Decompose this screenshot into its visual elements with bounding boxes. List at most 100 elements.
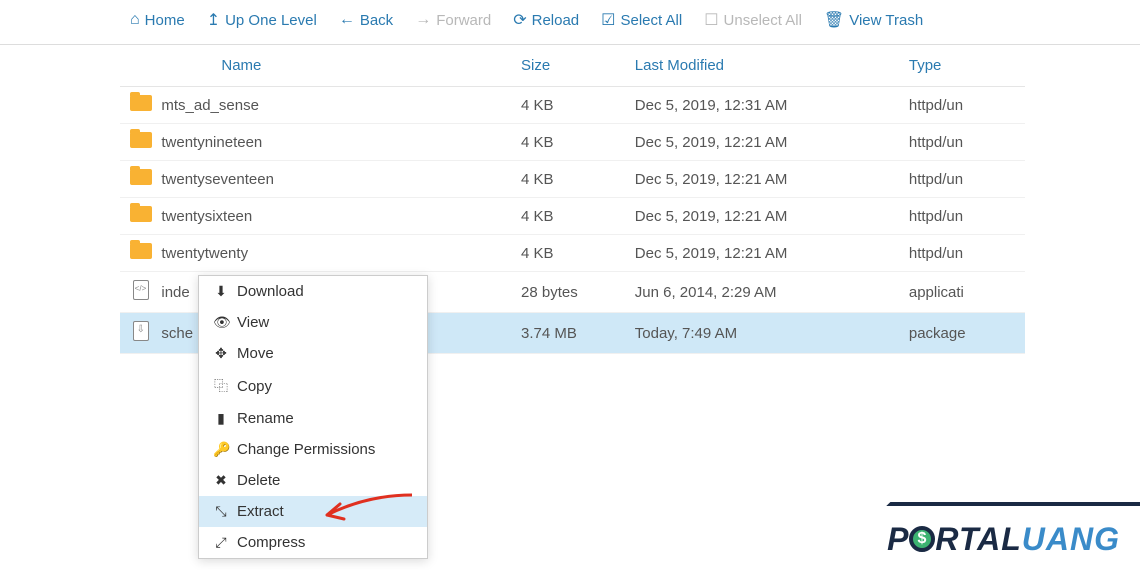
watermark-rtal: RTAL — [935, 521, 1021, 557]
context-copy[interactable]: ⿻ Copy — [199, 369, 427, 403]
row-type: package — [901, 313, 1025, 354]
table-row[interactable]: mts_ad_sense4 KBDec 5, 2019, 12:31 AMhtt… — [120, 87, 1025, 124]
folder-icon — [130, 132, 152, 148]
table-row[interactable]: twentytwenty4 KBDec 5, 2019, 12:21 AMhtt… — [120, 235, 1025, 272]
context-extract-label: Extract — [237, 503, 284, 520]
col-modified-header[interactable]: Last Modified — [627, 45, 901, 87]
col-icon-header[interactable] — [120, 45, 161, 87]
right-arrow-icon: → — [415, 11, 431, 29]
col-size-header[interactable]: Size — [513, 45, 627, 87]
row-name: mts_ad_sense — [161, 87, 513, 124]
col-name-header[interactable]: Name — [161, 45, 513, 87]
context-download-label: Download — [237, 283, 304, 300]
eye-icon: 👁 — [213, 314, 229, 331]
uncheck-icon: ☐ — [704, 10, 718, 30]
context-extract[interactable]: ⤡ Extract — [199, 496, 427, 527]
row-icon-cell — [120, 235, 161, 272]
folder-icon — [130, 206, 152, 222]
context-move[interactable]: ✥ Move — [199, 338, 427, 369]
up-one-level-button[interactable]: ↥ Up One Level — [207, 10, 317, 30]
context-download[interactable]: ⬇ Download — [199, 276, 427, 307]
check-icon: ☑ — [601, 10, 615, 30]
folder-icon — [130, 243, 152, 259]
row-icon-cell — [120, 124, 161, 161]
select-all-button[interactable]: ☑ Select All — [601, 10, 682, 30]
context-permissions[interactable]: 🔑 Change Permissions — [199, 434, 427, 465]
back-button[interactable]: ← Back — [339, 11, 393, 29]
row-size: 4 KB — [513, 87, 627, 124]
row-name: twentysixteen — [161, 198, 513, 235]
view-trash-label: View Trash — [849, 12, 923, 29]
context-compress-label: Compress — [237, 534, 305, 551]
left-arrow-icon: ← — [339, 11, 355, 29]
home-button[interactable]: ⌂ Home — [130, 11, 185, 29]
view-trash-button[interactable]: 🗑 View Trash — [824, 10, 923, 30]
row-size: 4 KB — [513, 124, 627, 161]
home-label: Home — [145, 12, 185, 29]
watermark-text: P$RTALUANG — [887, 521, 1120, 558]
file-icon: ▮ — [213, 410, 229, 427]
back-label: Back — [360, 12, 393, 29]
row-size: 4 KB — [513, 198, 627, 235]
folder-icon — [130, 169, 152, 185]
row-size: 4 KB — [513, 161, 627, 198]
context-view[interactable]: 👁 View — [199, 307, 427, 338]
row-icon-cell — [120, 161, 161, 198]
watermark-uang: UANG — [1022, 521, 1120, 557]
row-name: twentytwenty — [161, 235, 513, 272]
row-type: httpd/un — [901, 235, 1025, 272]
context-copy-label: Copy — [237, 378, 272, 395]
folder-icon — [130, 95, 152, 111]
forward-label: Forward — [436, 12, 491, 29]
row-icon-cell — [120, 272, 161, 313]
row-type: httpd/un — [901, 161, 1025, 198]
code-file-icon — [133, 280, 149, 300]
row-modified: Dec 5, 2019, 12:31 AM — [627, 87, 901, 124]
row-modified: Today, 7:49 AM — [627, 313, 901, 354]
zip-file-icon — [133, 321, 149, 341]
home-icon: ⌂ — [130, 11, 140, 29]
row-modified: Dec 5, 2019, 12:21 AM — [627, 161, 901, 198]
row-modified: Dec 5, 2019, 12:21 AM — [627, 235, 901, 272]
compress-icon: ⤢ — [213, 534, 229, 551]
move-icon: ✥ — [213, 345, 229, 362]
select-all-label: Select All — [621, 12, 683, 29]
context-compress[interactable]: ⤢ Compress — [199, 527, 427, 558]
row-icon-cell — [120, 198, 161, 235]
copy-icon: ⿻ — [213, 376, 229, 396]
toolbar: ⌂ Home ↥ Up One Level ← Back → Forward ⟳… — [0, 0, 1140, 45]
download-icon: ⬇ — [213, 283, 229, 300]
row-type: applicati — [901, 272, 1025, 313]
forward-button: → Forward — [415, 11, 491, 29]
row-size: 28 bytes — [513, 272, 627, 313]
up-arrow-icon: ↥ — [207, 10, 220, 30]
row-modified: Jun 6, 2014, 2:29 AM — [627, 272, 901, 313]
row-type: httpd/un — [901, 87, 1025, 124]
context-menu: ⬇ Download 👁 View ✥ Move ⿻ Copy ▮ Rename… — [198, 275, 428, 559]
watermark: P$RTALUANG — [820, 502, 1140, 570]
row-type: httpd/un — [901, 124, 1025, 161]
row-size: 4 KB — [513, 235, 627, 272]
context-permissions-label: Change Permissions — [237, 441, 375, 458]
row-modified: Dec 5, 2019, 12:21 AM — [627, 124, 901, 161]
table-row[interactable]: twentynineteen4 KBDec 5, 2019, 12:21 AMh… — [120, 124, 1025, 161]
context-delete[interactable]: ✖ Delete — [199, 465, 427, 496]
row-icon-cell — [120, 313, 161, 354]
context-rename-label: Rename — [237, 410, 294, 427]
reload-label: Reload — [532, 12, 580, 29]
expand-icon: ⤡ — [213, 503, 229, 520]
row-modified: Dec 5, 2019, 12:21 AM — [627, 198, 901, 235]
trash-icon: 🗑 — [824, 10, 844, 30]
watermark-p: P — [887, 521, 909, 557]
unselect-all-button: ☐ Unselect All — [704, 10, 802, 30]
table-row[interactable]: twentyseventeen4 KBDec 5, 2019, 12:21 AM… — [120, 161, 1025, 198]
context-rename[interactable]: ▮ Rename — [199, 403, 427, 434]
unselect-all-label: Unselect All — [724, 12, 802, 29]
col-type-header[interactable]: Type — [901, 45, 1025, 87]
reload-button[interactable]: ⟳ Reload — [513, 10, 579, 30]
file-table-wrap: Name Size Last Modified Type mts_ad_sens… — [0, 45, 1140, 354]
x-icon: ✖ — [213, 472, 229, 489]
table-row[interactable]: twentysixteen4 KBDec 5, 2019, 12:21 AMht… — [120, 198, 1025, 235]
context-delete-label: Delete — [237, 472, 280, 489]
key-icon: 🔑 — [213, 441, 229, 458]
